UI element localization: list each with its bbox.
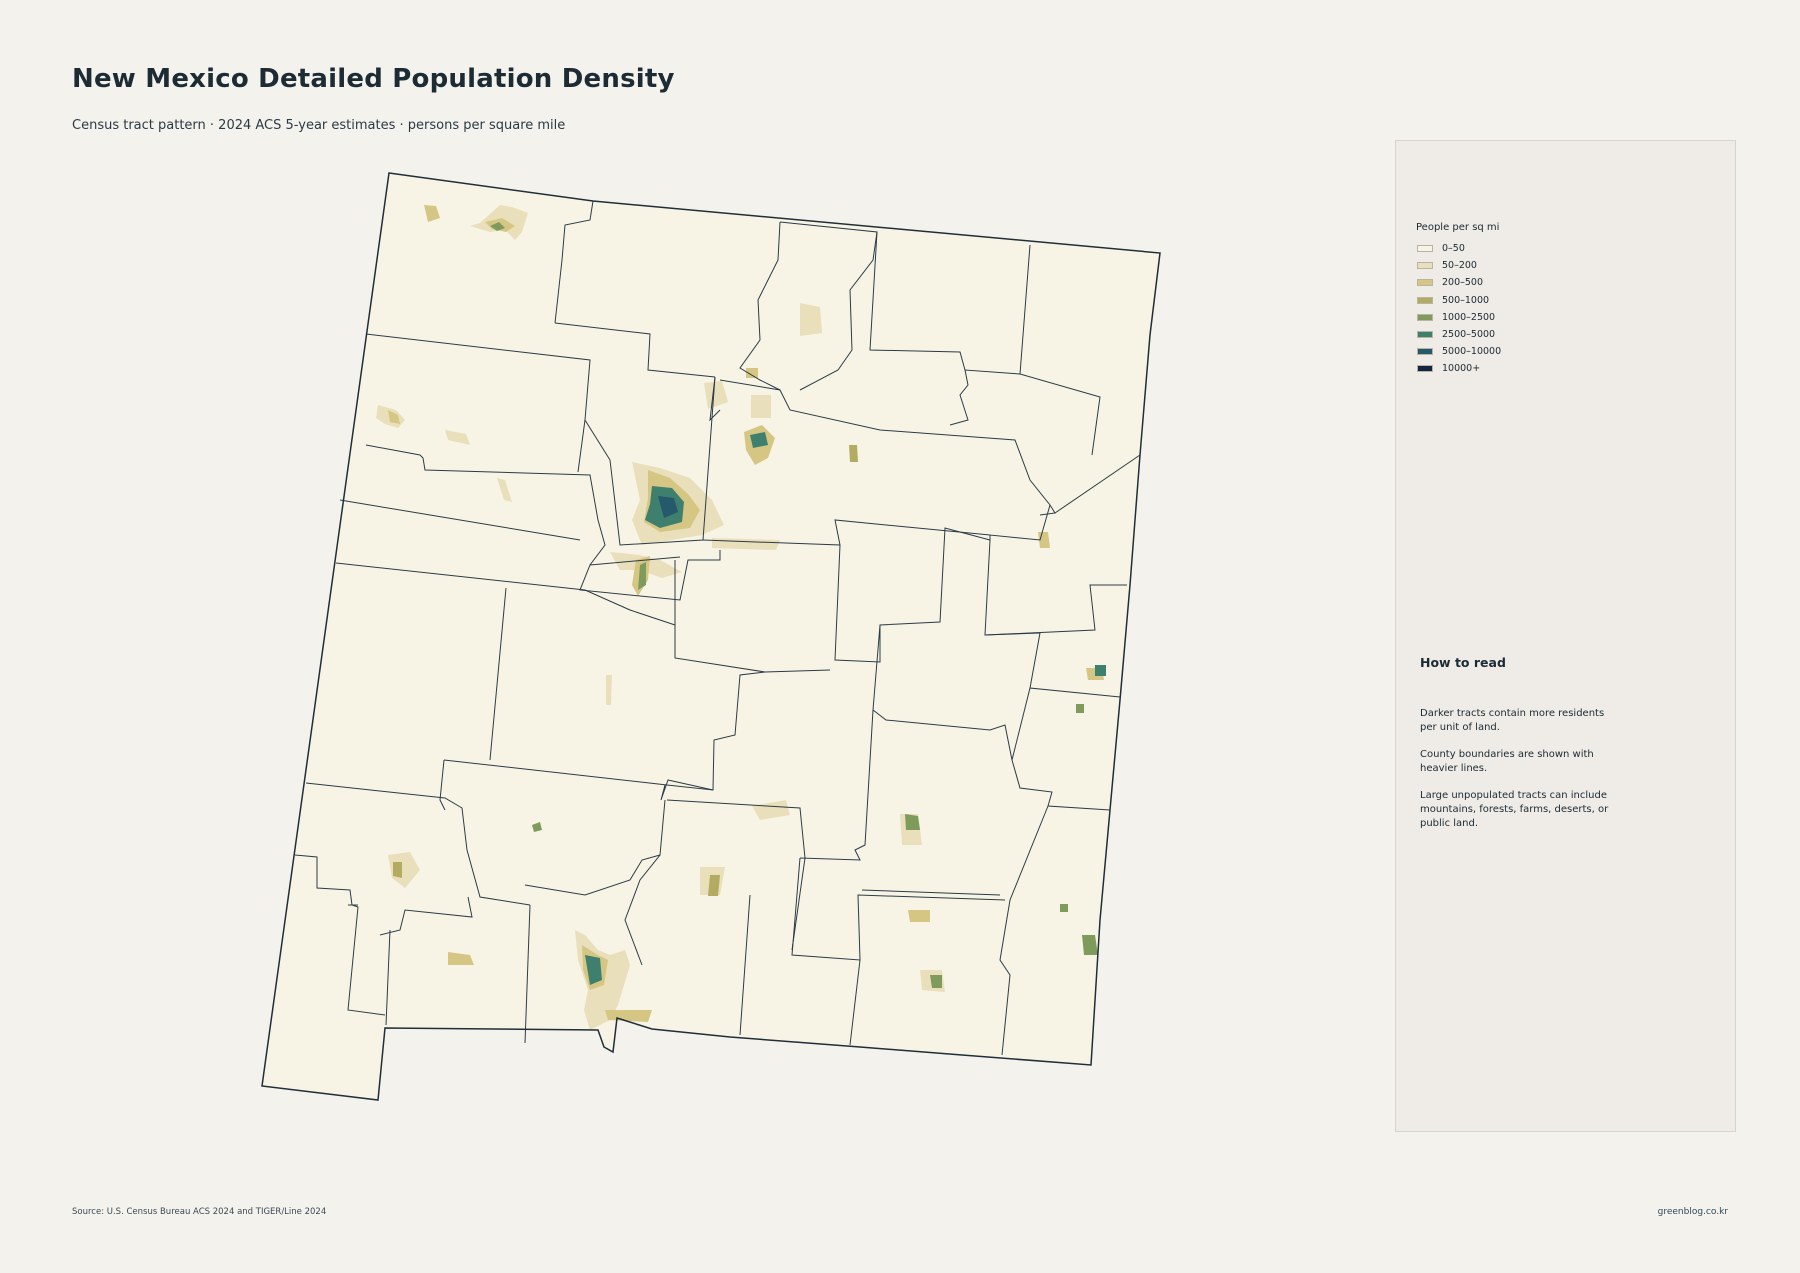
density-patch <box>712 538 780 550</box>
source-note: Source: U.S. Census Bureau ACS 2024 and … <box>72 1207 327 1217</box>
legend-swatch <box>1417 296 1433 304</box>
legend-label: 0–50 <box>1442 243 1465 255</box>
legend-item: 1000–2500 <box>1417 309 1501 326</box>
legend-label: 5000–10000 <box>1442 346 1502 358</box>
density-patch <box>908 910 930 922</box>
how-to-read-paragraph: Darker tracts contain more residents per… <box>1420 708 1605 733</box>
legend-item: 10000+ <box>1417 360 1501 377</box>
legend-item: 5000–10000 <box>1417 343 1501 360</box>
legend-label: 1000–2500 <box>1442 311 1496 323</box>
density-patch <box>930 975 942 988</box>
how-to-read-paragraph: County boundaries are shown with heavier… <box>1420 749 1594 774</box>
density-patch <box>751 395 771 418</box>
density-patch <box>849 445 858 462</box>
legend-item: 200–500 <box>1417 274 1501 291</box>
legend-item: 500–1000 <box>1417 292 1501 309</box>
legend-swatch <box>1417 365 1433 373</box>
legend-swatch <box>1417 348 1433 356</box>
density-patch <box>605 1010 652 1022</box>
legend-label: 200–500 <box>1442 277 1484 289</box>
density-patch <box>606 675 612 705</box>
density-patch <box>800 303 822 336</box>
density-patch <box>393 862 402 878</box>
how-to-read-paragraph: Large unpopulated tracts can include mou… <box>1420 790 1609 829</box>
how-to-read-title: How to read <box>1420 655 1506 670</box>
how-to-read-text: Darker tracts contain more residents per… <box>1420 707 1620 844</box>
credit-link[interactable]: greenblog.co.kr <box>1658 1207 1728 1217</box>
legend-swatch <box>1417 313 1433 321</box>
legend-label: 500–1000 <box>1442 294 1490 306</box>
legend-label: 2500–5000 <box>1442 329 1496 341</box>
legend-swatch <box>1417 262 1433 270</box>
legend-title: People per sq mi <box>1416 222 1500 233</box>
legend-item: 2500–5000 <box>1417 326 1501 343</box>
legend-swatch <box>1417 279 1433 287</box>
legend-item: 0–50 <box>1417 240 1501 257</box>
legend-swatch <box>1417 331 1433 339</box>
legend-label: 10000+ <box>1442 363 1481 375</box>
density-patch <box>708 875 720 896</box>
density-patch <box>1095 665 1106 676</box>
density-patch <box>1076 704 1084 713</box>
legend-panel: People per sq mi 0–50 50–200 200–500 500… <box>1395 140 1736 1132</box>
legend-swatch <box>1417 245 1433 253</box>
density-patch <box>1060 904 1068 912</box>
legend-list: 0–50 50–200 200–500 500–1000 1000–2500 2… <box>1417 240 1501 378</box>
legend-item: 50–200 <box>1417 257 1501 274</box>
legend-label: 50–200 <box>1442 260 1477 272</box>
density-patch <box>905 814 920 830</box>
